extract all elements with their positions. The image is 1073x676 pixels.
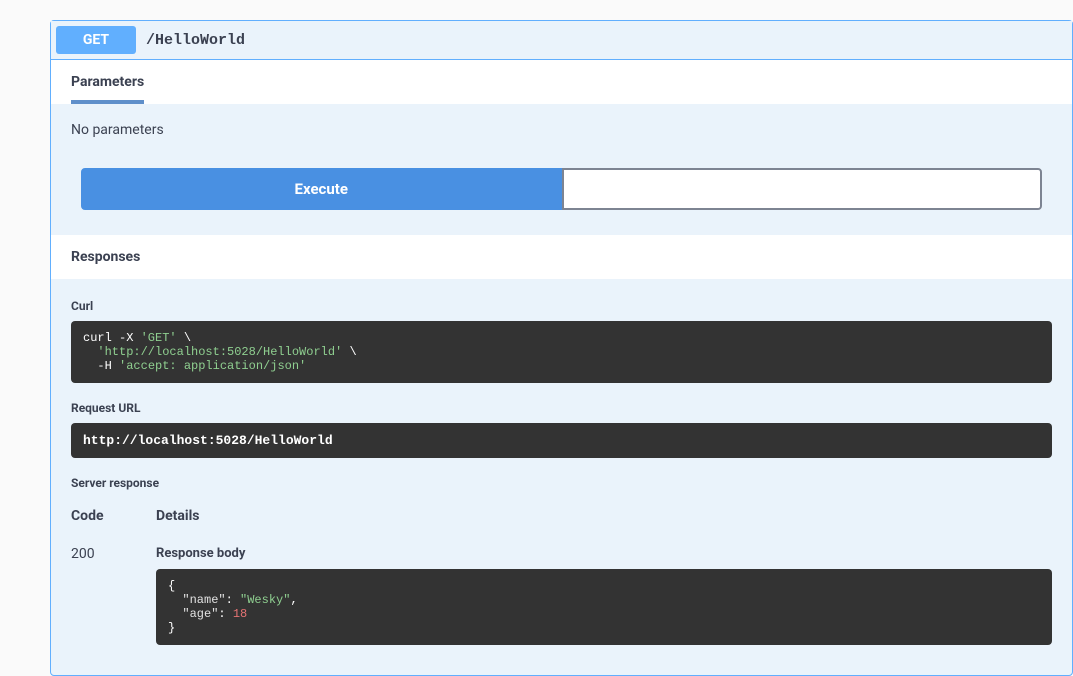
curl-bs2: \ xyxy=(342,345,356,359)
clear-button[interactable] xyxy=(562,168,1043,210)
response-body-label: Response body xyxy=(156,546,1052,561)
json-age-key: "age" xyxy=(182,607,218,621)
response-row: 200 Response body { "name": "Wesky", "ag… xyxy=(71,536,1052,655)
json-name-val: "Wesky" xyxy=(240,593,290,607)
details-header: Details xyxy=(156,508,1052,524)
operation-body: Parameters No parameters Execute Respons… xyxy=(51,59,1072,675)
execute-button[interactable]: Execute xyxy=(81,168,562,210)
server-response-label: Server response xyxy=(71,476,1052,490)
request-url-label: Request URL xyxy=(71,401,1052,415)
json-close: } xyxy=(168,621,175,635)
curl-prefix: curl -X xyxy=(83,331,141,345)
method-badge: GET xyxy=(56,26,136,54)
response-body-json: { "name": "Wesky", "age": 18 } xyxy=(156,569,1052,645)
curl-block: curl -X 'GET' \ 'http://localhost:5028/H… xyxy=(71,321,1052,383)
curl-hflag: -H xyxy=(83,359,119,373)
no-parameters-text: No parameters xyxy=(71,122,1052,138)
status-code: 200 xyxy=(71,546,156,645)
responses-header: Responses xyxy=(51,235,1072,279)
tab-parameters[interactable]: Parameters xyxy=(71,60,144,104)
request-url-block: http://localhost:5028/HelloWorld xyxy=(71,423,1052,458)
curl-method: 'GET' xyxy=(141,331,177,345)
responses-body: Curl curl -X 'GET' \ 'http://localhost:5… xyxy=(51,279,1072,675)
json-open: { xyxy=(168,579,175,593)
response-table-head: Code Details xyxy=(71,498,1052,536)
json-age-val: 18 xyxy=(233,607,247,621)
operation-block: GET /HelloWorld Parameters No parameters… xyxy=(50,20,1073,676)
json-name-key: "name" xyxy=(182,593,225,607)
response-details: Response body { "name": "Wesky", "age": … xyxy=(156,546,1052,645)
operation-summary[interactable]: GET /HelloWorld xyxy=(51,21,1072,59)
curl-accept: 'accept: application/json' xyxy=(119,359,306,373)
execute-row: Execute xyxy=(51,168,1072,235)
tab-header: Parameters xyxy=(51,60,1072,104)
parameters-box: No parameters xyxy=(51,104,1072,168)
code-header: Code xyxy=(71,508,156,524)
endpoint-path: /HelloWorld xyxy=(146,32,245,49)
curl-bs1: \ xyxy=(177,331,191,345)
curl-label: Curl xyxy=(71,299,1052,313)
curl-url: 'http://localhost:5028/HelloWorld' xyxy=(83,345,342,359)
